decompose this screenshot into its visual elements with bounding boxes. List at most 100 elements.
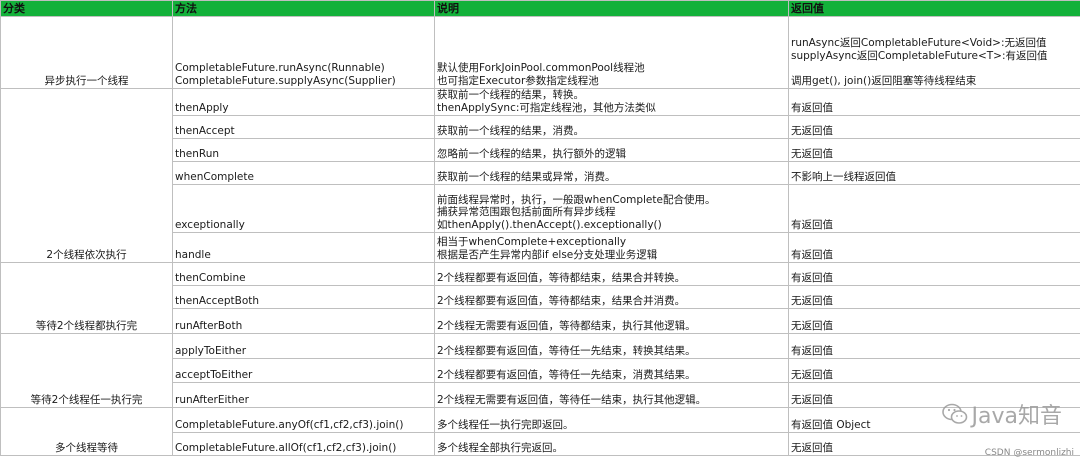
method-line: thenAccept	[175, 124, 235, 137]
return-cell: 无返回值	[788, 308, 1080, 334]
description-cell: 2个线程都要有返回值，等待都结束，结果合并转换。	[434, 262, 789, 286]
method-cell: runAfterEither	[172, 382, 435, 408]
category-cell: 2个线程依次执行	[0, 88, 173, 263]
description-line: 获取前一个线程的结果，转换。	[437, 89, 584, 102]
csdn-credit: CSDN @sermonlizhi	[984, 448, 1074, 458]
description-cell: 忽略前一个线程的结果，执行额外的逻辑	[434, 138, 789, 162]
method-line: thenApply	[175, 101, 229, 114]
description-cell: 多个线程全部执行完返回。	[434, 432, 789, 456]
method-cell: runAfterBoth	[172, 308, 435, 334]
method-cell: whenComplete	[172, 161, 435, 185]
description-cell: 2个线程无需要有返回值，等待都结束，执行其他逻辑。	[434, 308, 789, 334]
method-cell: thenRun	[172, 138, 435, 162]
return-cell: 有返回值	[788, 232, 1080, 263]
method-line: handle	[175, 248, 211, 261]
header-row: 分类 方法 说明 返回值	[0, 0, 1080, 17]
return-cell: 有返回值	[788, 333, 1080, 359]
description-line: 捕获异常范围跟包括前面所有异步线程	[437, 206, 616, 218]
return-cell: 无返回值	[788, 138, 1080, 162]
method-line: CompletableFuture.runAsync(Runnable)	[175, 62, 385, 74]
description-cell: 前面线程异常时，执行，一般跟whenComplete配合使用。 捕获异常范围跟包括…	[434, 184, 789, 233]
return-cell: 无返回值	[788, 285, 1080, 309]
method-line: runAfterEither	[175, 393, 249, 406]
header-return: 返回值	[788, 0, 1080, 17]
return-line: 无返回值	[791, 147, 833, 160]
return-line: 有返回值	[791, 248, 833, 261]
return-cell: 无返回值	[788, 115, 1080, 139]
method-line: thenAcceptBoth	[175, 294, 260, 307]
description-cell: 多个线程任一执行完即返回。	[434, 407, 789, 433]
return-line	[791, 62, 1078, 75]
method-cell: thenAccept	[172, 115, 435, 139]
method-cell: thenApply	[172, 88, 435, 116]
description-line: 相当于whenComplete+exceptionally	[437, 236, 627, 248]
return-line: 有返回值	[791, 218, 833, 231]
method-cell: thenAcceptBoth	[172, 285, 435, 309]
description-line: 2个线程都要有返回值，等待都结束，结果合并消费。	[437, 294, 686, 307]
method-line: applyToEither	[175, 344, 247, 357]
method-cell: acceptToEither	[172, 358, 435, 383]
description-cell: 2个线程都要有返回值，等待任一先结束，消费其结果。	[434, 358, 789, 383]
description-line: 前面线程异常时，执行，一般跟whenComplete配合使用。	[437, 193, 716, 206]
return-cell: 不影响上一线程返回值	[788, 161, 1080, 185]
method-cell: CompletableFuture.anyOf(cf1,cf2,cf3).joi…	[172, 407, 435, 433]
description-line: 获取前一个线程的结果或异常，消费。	[437, 170, 616, 183]
method-cell: CompletableFuture.runAsync(Runnable) Comp…	[172, 16, 435, 89]
category-cell: 等待2个线程任一执行完	[0, 333, 173, 408]
method-line: acceptToEither	[175, 368, 253, 381]
return-cell: 有返回值	[788, 262, 1080, 286]
return-line: 无返回值	[791, 294, 833, 307]
description-line: 2个线程无需要有返回值，等待任一结束，执行其他逻辑。	[437, 393, 707, 406]
description-line: 根据是否产生异常内部if else分支处理业务逻辑	[437, 248, 658, 261]
category-cell: 多个线程等待	[0, 407, 173, 456]
description-line: 2个线程都要有返回值，等待任一先结束，消费其结果。	[437, 368, 696, 381]
method-cell: handle	[172, 232, 435, 263]
table-row: 2个线程依次执行 thenApply 获取前一个线程的结果，转换。 thenApply…	[0, 88, 1080, 263]
description-cell: 获取前一个线程的结果，消费。	[434, 115, 789, 139]
method-cell: CompletableFuture.allOf(cf1,cf2,cf3).joi…	[172, 432, 435, 456]
return-line: 无返回值	[791, 368, 833, 381]
table-row: 等待2个线程任一执行完 applyToEither 2个线程都要有返回值，等待任一先…	[0, 333, 1080, 408]
description-line: 获取前一个线程的结果，消费。	[437, 124, 584, 137]
description-cell: 获取前一个线程的结果或异常，消费。	[434, 161, 789, 185]
method-cell: exceptionally	[172, 184, 435, 233]
return-line: 有返回值	[791, 344, 833, 357]
return-line: 无返回值	[791, 319, 833, 332]
return-line: 调用get(), join()返回阻塞等待线程结束	[791, 74, 977, 87]
return-line: 无返回值	[791, 124, 833, 137]
method-line: runAfterBoth	[175, 319, 243, 332]
method-line: thenRun	[175, 147, 220, 160]
description-line: 2个线程无需要有返回值，等待都结束，执行其他逻辑。	[437, 319, 696, 332]
header-method: 方法	[172, 0, 435, 17]
return-cell: 有返回值	[788, 184, 1080, 233]
description-cell: 2个线程都要有返回值，等待任一先结束，转换其结果。	[434, 333, 789, 359]
description-line: 2个线程都要有返回值，等待任一先结束，转换其结果。	[437, 344, 696, 357]
description-line: 多个线程任一执行完即返回。	[437, 418, 574, 431]
description-cell: 2个线程无需要有返回值，等待任一结束，执行其他逻辑。	[434, 382, 789, 408]
description-cell: 默认使用ForkJoinPool.commonPool线程池 也可指定Execut…	[434, 16, 789, 89]
description-line: 也可指定Executor参数指定线程池	[437, 74, 599, 87]
return-line: 有返回值	[791, 271, 833, 284]
method-line: exceptionally	[175, 218, 245, 231]
description-cell: 2个线程都要有返回值，等待都结束，结果合并消费。	[434, 285, 789, 309]
return-cell: runAsync返回CompletableFuture<Void>:无返回值 su…	[788, 16, 1080, 89]
description-line: 多个线程全部执行完返回。	[437, 441, 563, 454]
description-line: 默认使用ForkJoinPool.commonPool线程池	[437, 62, 645, 74]
return-cell: 有返回值	[788, 88, 1080, 116]
return-line: 有返回值	[791, 101, 833, 114]
watermark-text: Java知音	[971, 404, 1062, 429]
method-line: CompletableFuture.supplyAsync(Supplier)	[175, 74, 396, 87]
return-line: runAsync返回CompletableFuture<Void>:无返回值	[791, 37, 1047, 49]
method-cell: applyToEither	[172, 333, 435, 359]
return-line: 不影响上一线程返回值	[791, 170, 896, 183]
method-line: CompletableFuture.anyOf(cf1,cf2,cf3).joi…	[175, 418, 404, 431]
description-cell: 相当于whenComplete+exceptionally 根据是否产生异常内部i…	[434, 232, 789, 263]
header-category: 分类	[0, 0, 173, 17]
return-cell: 无返回值	[788, 358, 1080, 383]
table-row: 多个线程等待 CompletableFuture.anyOf(cf1,cf2,cf…	[0, 407, 1080, 456]
description-line: 忽略前一个线程的结果，执行额外的逻辑	[437, 147, 626, 160]
table-row: 等待2个线程都执行完 thenCombine 2个线程都要有返回值，等待都结束，结果…	[0, 262, 1080, 334]
description-line: 如thenApply().thenAccept().exceptionally(…	[437, 218, 662, 231]
method-line: CompletableFuture.allOf(cf1,cf2,cf3).joi…	[175, 441, 397, 454]
return-line: supplyAsync返回CompletableFuture<T>:有返回值	[791, 49, 1048, 62]
